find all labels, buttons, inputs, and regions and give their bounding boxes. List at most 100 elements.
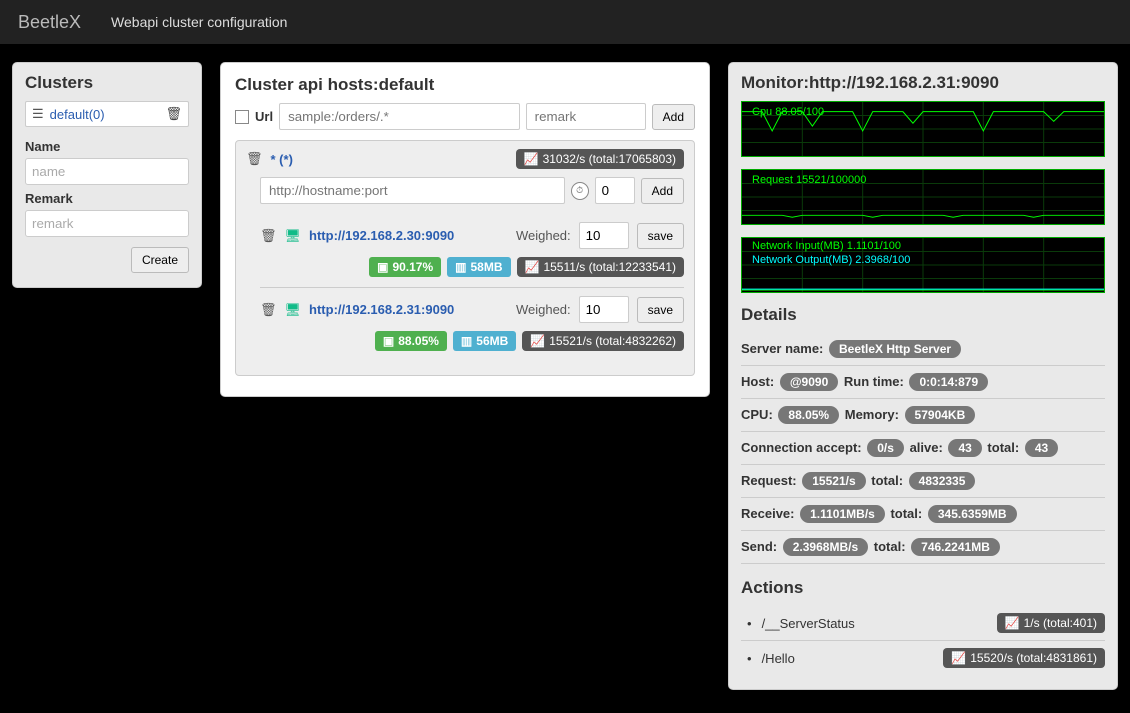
detail-value: 1.1101MB/s — [800, 505, 885, 523]
interval-input[interactable] — [595, 177, 635, 204]
details-title: Details — [741, 305, 1105, 325]
cpu-chart: Cpu 88.05/100 — [741, 101, 1105, 157]
weighed-label: Weighed: — [516, 228, 571, 243]
host-row: 🗑 🖥 http://192.168.2.30:9090 Weighed: sa… — [260, 214, 684, 288]
subtitle: Webapi cluster configuration — [111, 14, 287, 30]
action-name: /__ServerStatus — [762, 616, 997, 631]
detail-key: Send: — [741, 539, 777, 554]
detail-key: Host: — [741, 374, 774, 389]
detail-key: total: — [871, 473, 903, 488]
bullet-icon: • — [747, 651, 752, 666]
detail-value: BeetleX Http Server — [829, 340, 961, 358]
server-icon: 🖥 — [285, 302, 302, 318]
mem-badge: ▥ 56MB — [453, 331, 516, 351]
bullet-icon: • — [747, 616, 752, 631]
detail-value: 4832335 — [909, 472, 976, 490]
detail-key: Connection accept: — [741, 440, 862, 455]
mem-icon: ▥ — [455, 260, 466, 274]
detail-key: Run time: — [844, 374, 904, 389]
detail-row: Receive: 1.1101MB/s total: 345.6359MB — [741, 498, 1105, 531]
save-button[interactable]: save — [637, 223, 684, 249]
detail-row: Host: @9090 Run time: 0:0:14:879 — [741, 366, 1105, 399]
clusters-title: Clusters — [25, 73, 189, 93]
network-chart: Network Input(MB) 1.1101/100 Network Out… — [741, 237, 1105, 293]
detail-row: Connection accept: 0/s alive: 43 total: … — [741, 432, 1105, 465]
host-group: 🗑 * (*) 📈 31032/s (total:17065803) ⏱ Add… — [235, 140, 695, 376]
action-stats-badge: 📈 15520/s (total:4831861) — [943, 648, 1105, 668]
detail-key: total: — [987, 440, 1019, 455]
detail-value: 15521/s — [802, 472, 865, 490]
chart-icon: 📈 — [951, 651, 966, 665]
url-pattern[interactable]: * (*) — [271, 152, 516, 167]
detail-value: 0:0:14:879 — [909, 373, 988, 391]
add-url-button[interactable]: Add — [652, 104, 695, 130]
monitor-title: Monitor:http://192.168.2.31:9090 — [741, 73, 1105, 93]
url-row: Url Add — [235, 103, 695, 130]
detail-key: total: — [890, 506, 922, 521]
action-stats-badge: 📈 1/s (total:401) — [997, 613, 1105, 633]
weighed-input[interactable] — [579, 222, 629, 249]
detail-value: 43 — [948, 439, 981, 457]
detail-key: CPU: — [741, 407, 773, 422]
add-host-button[interactable]: Add — [641, 178, 684, 204]
action-row: • /__ServerStatus 📈 1/s (total:401) — [741, 606, 1105, 641]
mem-badge: ▥ 58MB — [447, 257, 510, 277]
net-out-chart-label: Network Output(MB) 2.3968/100 — [752, 254, 910, 266]
mem-icon: ▥ — [461, 334, 472, 348]
cpu-icon: ▣ — [377, 260, 388, 274]
detail-value: 345.6359MB — [928, 505, 1017, 523]
remark-input[interactable] — [25, 210, 189, 237]
host-url[interactable]: http://192.168.2.30:9090 — [309, 228, 508, 243]
remark-label: Remark — [25, 191, 189, 206]
detail-value: 0/s — [867, 439, 904, 457]
create-button[interactable]: Create — [131, 247, 189, 273]
actions-title: Actions — [741, 578, 1105, 598]
trash-icon[interactable]: 🗑 — [260, 228, 277, 244]
host-row: 🗑 🖥 http://192.168.2.31:9090 Weighed: sa… — [260, 288, 684, 361]
trash-icon[interactable]: 🗑 — [246, 151, 263, 167]
host-url[interactable]: http://192.168.2.31:9090 — [309, 302, 508, 317]
list-icon: ☰ — [32, 106, 44, 122]
cluster-name: default(0) — [50, 107, 166, 122]
chart-icon: 📈 — [525, 260, 540, 274]
stats-badge: 📈 15511/s (total:12233541) — [517, 257, 685, 277]
url-input[interactable] — [279, 103, 520, 130]
action-row: • /Hello 📈 15520/s (total:4831861) — [741, 641, 1105, 675]
weighed-input[interactable] — [579, 296, 629, 323]
cpu-chart-label: Cpu 88.05/100 — [752, 106, 824, 118]
server-icon: 🖥 — [285, 228, 302, 244]
host-input[interactable] — [260, 177, 565, 204]
url-remark-input[interactable] — [526, 103, 646, 130]
trash-icon[interactable]: 🗑 — [165, 106, 182, 122]
detail-row: Request: 15521/s total: 4832335 — [741, 465, 1105, 498]
cluster-row[interactable]: ☰ default(0) 🗑 — [25, 101, 189, 127]
detail-value: @9090 — [780, 373, 838, 391]
main-panel: Cluster api hosts:default Url Add 🗑 * (*… — [220, 62, 710, 397]
detail-row: Send: 2.3968MB/s total: 746.2241MB — [741, 531, 1105, 564]
checkbox-icon[interactable] — [235, 110, 249, 124]
name-input[interactable] — [25, 158, 189, 185]
save-button[interactable]: save — [637, 297, 684, 323]
monitor-panel: Monitor:http://192.168.2.31:9090 Cpu 88.… — [728, 62, 1118, 690]
detail-value: 57904KB — [905, 406, 976, 424]
url-label: Url — [255, 109, 273, 124]
detail-value: 746.2241MB — [911, 538, 1000, 556]
trash-icon[interactable]: 🗑 — [260, 302, 277, 318]
action-name: /Hello — [762, 651, 944, 666]
detail-key: Server name: — [741, 341, 823, 356]
cpu-icon: ▣ — [383, 334, 394, 348]
main-title: Cluster api hosts:default — [235, 75, 695, 95]
detail-key: Receive: — [741, 506, 794, 521]
clock-icon: ⏱ — [571, 182, 589, 200]
weighed-label: Weighed: — [516, 302, 571, 317]
cpu-badge: ▣ 88.05% — [375, 331, 447, 351]
detail-key: Request: — [741, 473, 797, 488]
request-chart-label: Request 15521/100000 — [752, 174, 866, 186]
detail-row: Server name: BeetleX Http Server — [741, 333, 1105, 366]
detail-key: Memory: — [845, 407, 899, 422]
detail-value: 43 — [1025, 439, 1058, 457]
chart-icon: 📈 — [524, 152, 539, 166]
detail-value: 88.05% — [778, 406, 839, 424]
clusters-panel: Clusters ☰ default(0) 🗑 Name Remark Crea… — [12, 62, 202, 288]
detail-value: 2.3968MB/s — [783, 538, 868, 556]
